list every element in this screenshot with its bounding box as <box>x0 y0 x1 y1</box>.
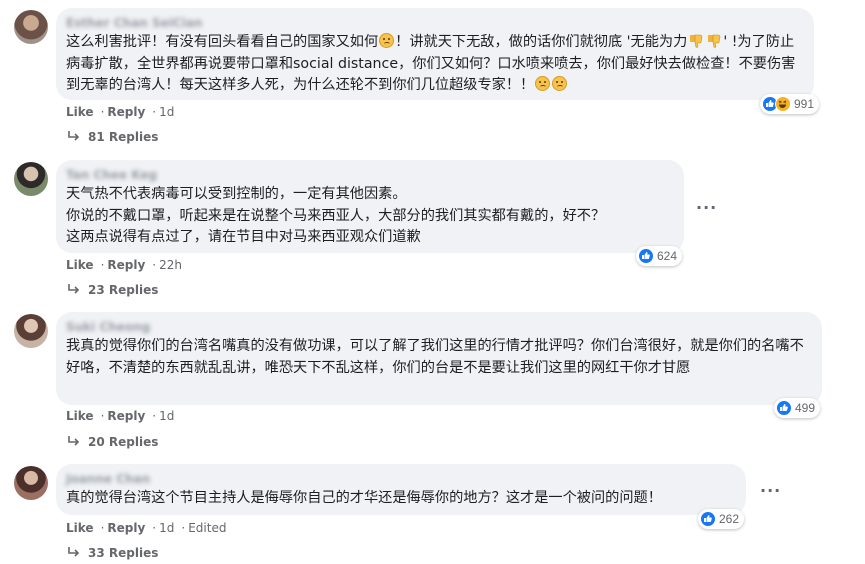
timestamp[interactable]: 1d <box>159 105 174 119</box>
haha-reaction-icon <box>775 96 791 112</box>
like-button[interactable]: Like <box>66 409 94 423</box>
frowning-face-emoji <box>552 76 568 91</box>
reaction-count: 262 <box>719 512 740 526</box>
timestamp[interactable]: 1d <box>159 521 174 535</box>
reply-button[interactable]: Reply <box>107 521 145 535</box>
comment-actions: Like · Reply · 22h <box>66 258 182 272</box>
view-replies-link[interactable]: 23 Replies <box>66 283 158 297</box>
timestamp[interactable]: 1d <box>159 409 174 423</box>
timestamp[interactable]: 22h <box>159 258 182 272</box>
avatar[interactable] <box>14 314 48 348</box>
like-button[interactable]: Like <box>66 105 94 119</box>
reply-arrow-icon <box>68 547 80 557</box>
comment-text: 这么利害批评！有没有回头看看自己的国家又如何 ！讲就天下无敌，做的话你们就彻底 '… <box>66 33 796 93</box>
like-reaction-icon <box>776 400 792 416</box>
comment-bubble: Esther Chan SeiCian 这么利害批评！有没有回头看看自己的国家又… <box>56 8 814 100</box>
comment-text: 天气热不代表病毒可以受到控制的，一定有其他因素。 你说的不戴口罩，听起来是在说整… <box>66 186 606 245</box>
frowning-face-emoji <box>379 33 395 48</box>
reply-button[interactable]: Reply <box>107 258 145 272</box>
reply-arrow-icon <box>68 436 80 446</box>
reply-arrow-icon <box>68 284 80 294</box>
reply-button[interactable]: Reply <box>107 409 145 423</box>
comment-text: 我真的觉得你们的台湾名嘴真的没有做功课，可以了解了我们这里的行情才批评吗？你们台… <box>66 338 804 376</box>
comment-bubble: Joanne Chan 真的觉得台湾这个节目主持人是侮辱你自己的才华还是侮辱你的… <box>56 464 746 515</box>
more-options-icon[interactable]: ··· <box>760 481 781 500</box>
like-reaction-icon <box>638 248 654 264</box>
comment-actions: Like · Reply · 1d · Edited <box>66 521 227 535</box>
comment-actions: Like · Reply · 1d <box>66 409 175 423</box>
reactions-summary[interactable]: 991 <box>760 94 820 114</box>
avatar[interactable] <box>14 10 48 44</box>
like-reaction-icon <box>700 511 716 527</box>
thumbs-down-emoji <box>690 34 703 48</box>
reactions-summary[interactable]: 624 <box>636 246 683 266</box>
reply-arrow-icon <box>68 131 80 141</box>
thumbs-down-emoji <box>708 34 721 48</box>
comment-author[interactable]: Suki Cheong <box>66 319 810 335</box>
reaction-count: 624 <box>657 249 678 263</box>
comment-bubble: Suki Cheong 我真的觉得你们的台湾名嘴真的没有做功课，可以了解了我们这… <box>56 312 822 405</box>
comment-actions: Like · Reply · 1d <box>66 105 175 119</box>
comment-bubble: Tan Chee Keg 天气热不代表病毒可以受到控制的，一定有其他因素。 你说… <box>56 160 684 253</box>
frowning-face-emoji <box>535 76 551 91</box>
reaction-count: 991 <box>794 97 815 111</box>
reaction-count: 499 <box>795 401 816 415</box>
comment-text: 真的觉得台湾这个节目主持人是侮辱你自己的才华还是侮辱你的地方？这才是一个被问的问… <box>66 490 662 506</box>
comment-author[interactable]: Tan Chee Keg <box>66 167 672 183</box>
like-button[interactable]: Like <box>66 521 94 535</box>
view-replies-link[interactable]: 33 Replies <box>66 546 158 560</box>
comment-author[interactable]: Esther Chan SeiCian <box>66 15 802 31</box>
view-replies-link[interactable]: 20 Replies <box>66 435 158 449</box>
comment-author[interactable]: Joanne Chan <box>66 471 734 487</box>
more-options-icon[interactable]: ··· <box>696 198 717 217</box>
reactions-summary[interactable]: 499 <box>774 398 821 418</box>
edited-label[interactable]: Edited <box>188 521 226 535</box>
reply-button[interactable]: Reply <box>107 105 145 119</box>
like-button[interactable]: Like <box>66 258 94 272</box>
avatar[interactable] <box>14 162 48 196</box>
avatar[interactable] <box>14 466 48 500</box>
reactions-summary[interactable]: 262 <box>698 509 745 529</box>
view-replies-link[interactable]: 81 Replies <box>66 130 158 144</box>
